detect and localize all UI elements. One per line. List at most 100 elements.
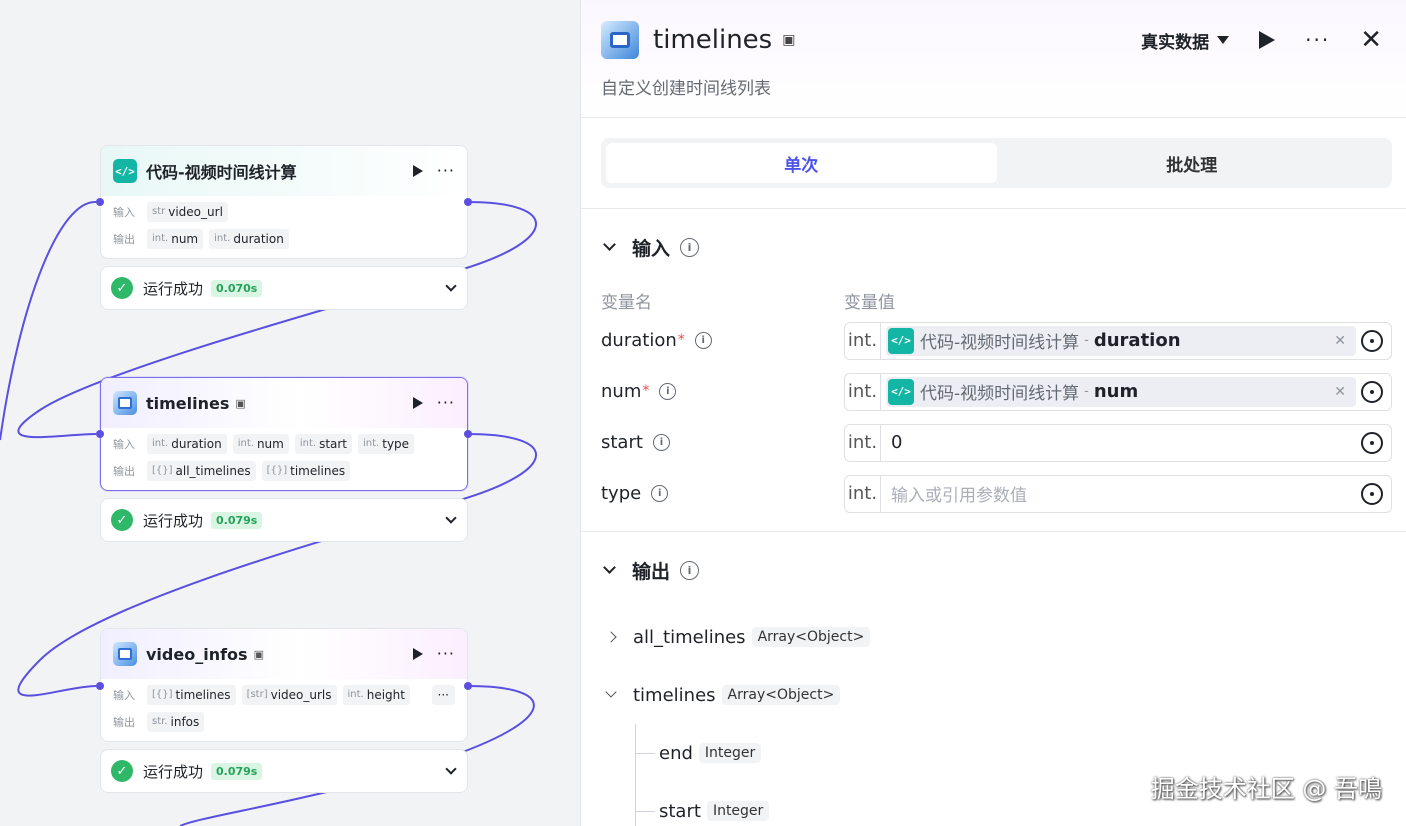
more-options-icon[interactable]: ··· — [437, 646, 455, 662]
run-status-bar[interactable]: ✓ 运行成功 0.070s — [100, 266, 468, 310]
info-icon[interactable]: i — [659, 383, 677, 400]
input-chip: [{}] timelines — [147, 684, 236, 705]
variable-reference-icon[interactable] — [1361, 431, 1383, 454]
duration-value-field[interactable]: int. </> 代码-视频时间线计算 - duration ✕ — [844, 321, 1392, 360]
type-tag: int. — [845, 322, 881, 359]
type-badge: Integer — [706, 801, 770, 821]
chevron-down-icon[interactable] — [603, 237, 616, 251]
code-icon: </> — [113, 159, 137, 183]
variable-reference-icon[interactable] — [1361, 482, 1383, 505]
panel-title[interactable]: timelines — [653, 25, 772, 55]
more-inputs-button[interactable]: ··· — [431, 684, 455, 705]
node-inputs: 输入 int. duration int. num int. start int. ty… — [113, 430, 455, 457]
input-column-headers: 变量名 变量值 — [601, 292, 895, 313]
tab-batch[interactable]: 批处理 — [997, 143, 1388, 183]
node-title: 代码-视频时间线计算 — [146, 163, 297, 182]
watermark: 掘金技术社区 @ 吾鳴 — [1150, 775, 1382, 803]
node-outputs: 输出 [{}] all_timelines [{}] timelines — [113, 457, 455, 484]
reference-pill[interactable]: </> 代码-视频时间线计算 - duration ✕ — [886, 325, 1356, 356]
run-icon[interactable] — [1259, 31, 1276, 49]
panel-header: timelines ▣ 真实数据 ··· ✕ 自定义创建时间线列表 — [581, 0, 1406, 118]
chevron-down-icon[interactable] — [445, 280, 457, 292]
start-value[interactable]: 0 — [891, 432, 1361, 453]
node-video-infos[interactable]: video_infos ▣ ··· 输入 [{}] timelines [str]… — [100, 628, 468, 742]
more-options-icon[interactable]: ··· — [1305, 30, 1330, 50]
type-tag: int. — [845, 424, 881, 461]
variable-reference-icon[interactable] — [1361, 329, 1383, 352]
input-chip: int. start — [294, 433, 353, 454]
store-icon: ▣ — [253, 647, 264, 661]
output-item-timelines[interactable]: timelines Array<Object> — [601, 666, 1392, 724]
input-port[interactable] — [96, 198, 104, 206]
required-mark: * — [642, 383, 650, 399]
type-badge: Array<Object> — [751, 627, 871, 647]
variable-reference-icon[interactable] — [1361, 380, 1383, 403]
node-header[interactable]: timelines ▣ ··· — [101, 378, 467, 428]
node-inputs: 输入 [{}] timelines [str] video_urls int. hei… — [113, 681, 455, 708]
node-timelines[interactable]: timelines ▣ ··· 输入 int. duration int. num … — [100, 377, 468, 491]
type-badge: Integer — [698, 743, 762, 763]
run-status-bar[interactable]: ✓ 运行成功 0.079s — [100, 749, 468, 793]
close-icon[interactable]: ✕ — [1360, 27, 1382, 53]
success-check-icon: ✓ — [111, 277, 133, 299]
panel-description: 自定义创建时间线列表 — [601, 79, 771, 99]
plugin-icon — [113, 391, 137, 415]
clear-icon[interactable]: ✕ — [1334, 384, 1346, 400]
input-port[interactable] — [96, 430, 104, 438]
success-check-icon: ✓ — [111, 509, 133, 531]
chevron-down-icon[interactable] — [445, 763, 457, 775]
input-row-duration: duration * i int. </> 代码-视频时间线计算 - duratio… — [601, 315, 1392, 366]
input-chip: int. height — [342, 684, 410, 705]
plugin-icon — [601, 21, 639, 59]
start-value-field[interactable]: int. 0 — [844, 423, 1392, 462]
node-header[interactable]: </> 代码-视频时间线计算 ··· — [101, 146, 467, 196]
store-icon: ▣ — [235, 396, 246, 410]
num-value-field[interactable]: int. </> 代码-视频时间线计算 - num ✕ — [844, 372, 1392, 411]
chevron-down-icon[interactable] — [445, 512, 457, 524]
more-options-icon[interactable]: ··· — [437, 395, 455, 411]
plugin-icon — [113, 642, 137, 666]
node-header[interactable]: video_infos ▣ ··· — [101, 629, 467, 679]
node-inputs: 输入 str video_url — [113, 198, 455, 225]
input-chip: str video_url — [147, 201, 228, 222]
chevron-down-icon[interactable] — [605, 686, 617, 698]
workflow-canvas[interactable]: </> 代码-视频时间线计算 ··· 输入 str video_url 输出 in… — [0, 0, 580, 826]
section-title: 输入 — [632, 237, 671, 260]
info-icon[interactable]: i — [680, 237, 700, 257]
tab-single[interactable]: 单次 — [606, 143, 997, 183]
chevron-right-icon[interactable] — [605, 631, 617, 643]
info-icon[interactable]: i — [680, 560, 700, 580]
node-title: timelines — [146, 393, 230, 413]
info-icon[interactable]: i — [652, 434, 670, 451]
reference-pill[interactable]: </> 代码-视频时间线计算 - num ✕ — [886, 376, 1356, 407]
run-status-bar[interactable]: ✓ 运行成功 0.079s — [100, 498, 468, 542]
info-icon[interactable]: i — [694, 332, 712, 349]
more-options-icon[interactable]: ··· — [437, 163, 455, 179]
code-icon: </> — [888, 327, 914, 354]
output-port[interactable] — [464, 198, 472, 206]
run-node-icon[interactable] — [412, 165, 423, 177]
node-code-timeline-calc[interactable]: </> 代码-视频时间线计算 ··· 输入 str video_url 输出 in… — [100, 145, 468, 259]
type-badge: Array<Object> — [721, 685, 841, 705]
chevron-down-icon[interactable] — [603, 560, 616, 574]
output-chip: [{}] all_timelines — [147, 460, 256, 481]
clear-icon[interactable]: ✕ — [1334, 333, 1346, 349]
run-node-icon[interactable] — [412, 648, 423, 660]
input-row-start: start i int. 0 — [601, 417, 1392, 468]
section-title: 输出 — [632, 560, 671, 583]
caret-down-icon — [1217, 36, 1230, 44]
input-chip: int. duration — [147, 433, 227, 454]
output-chip: str. infos — [147, 711, 205, 732]
output-port[interactable] — [464, 682, 472, 690]
info-icon[interactable]: i — [651, 485, 669, 502]
output-port[interactable] — [464, 430, 472, 438]
type-value-field[interactable]: int. 输入或引用参数值 — [844, 474, 1392, 513]
run-node-icon[interactable] — [412, 397, 423, 409]
input-port[interactable] — [96, 682, 104, 690]
input-chip: [str] video_urls — [241, 684, 337, 705]
type-value-placeholder[interactable]: 输入或引用参数值 — [891, 481, 1361, 506]
output-item-all-timelines[interactable]: all_timelines Array<Object> — [601, 608, 1392, 666]
input-section: 输入 i 变量名 变量值 duration * i int. </> 代码-视频时间… — [581, 209, 1406, 519]
type-tag: int. — [845, 373, 881, 410]
data-source-select[interactable]: 真实数据 — [1141, 28, 1230, 53]
